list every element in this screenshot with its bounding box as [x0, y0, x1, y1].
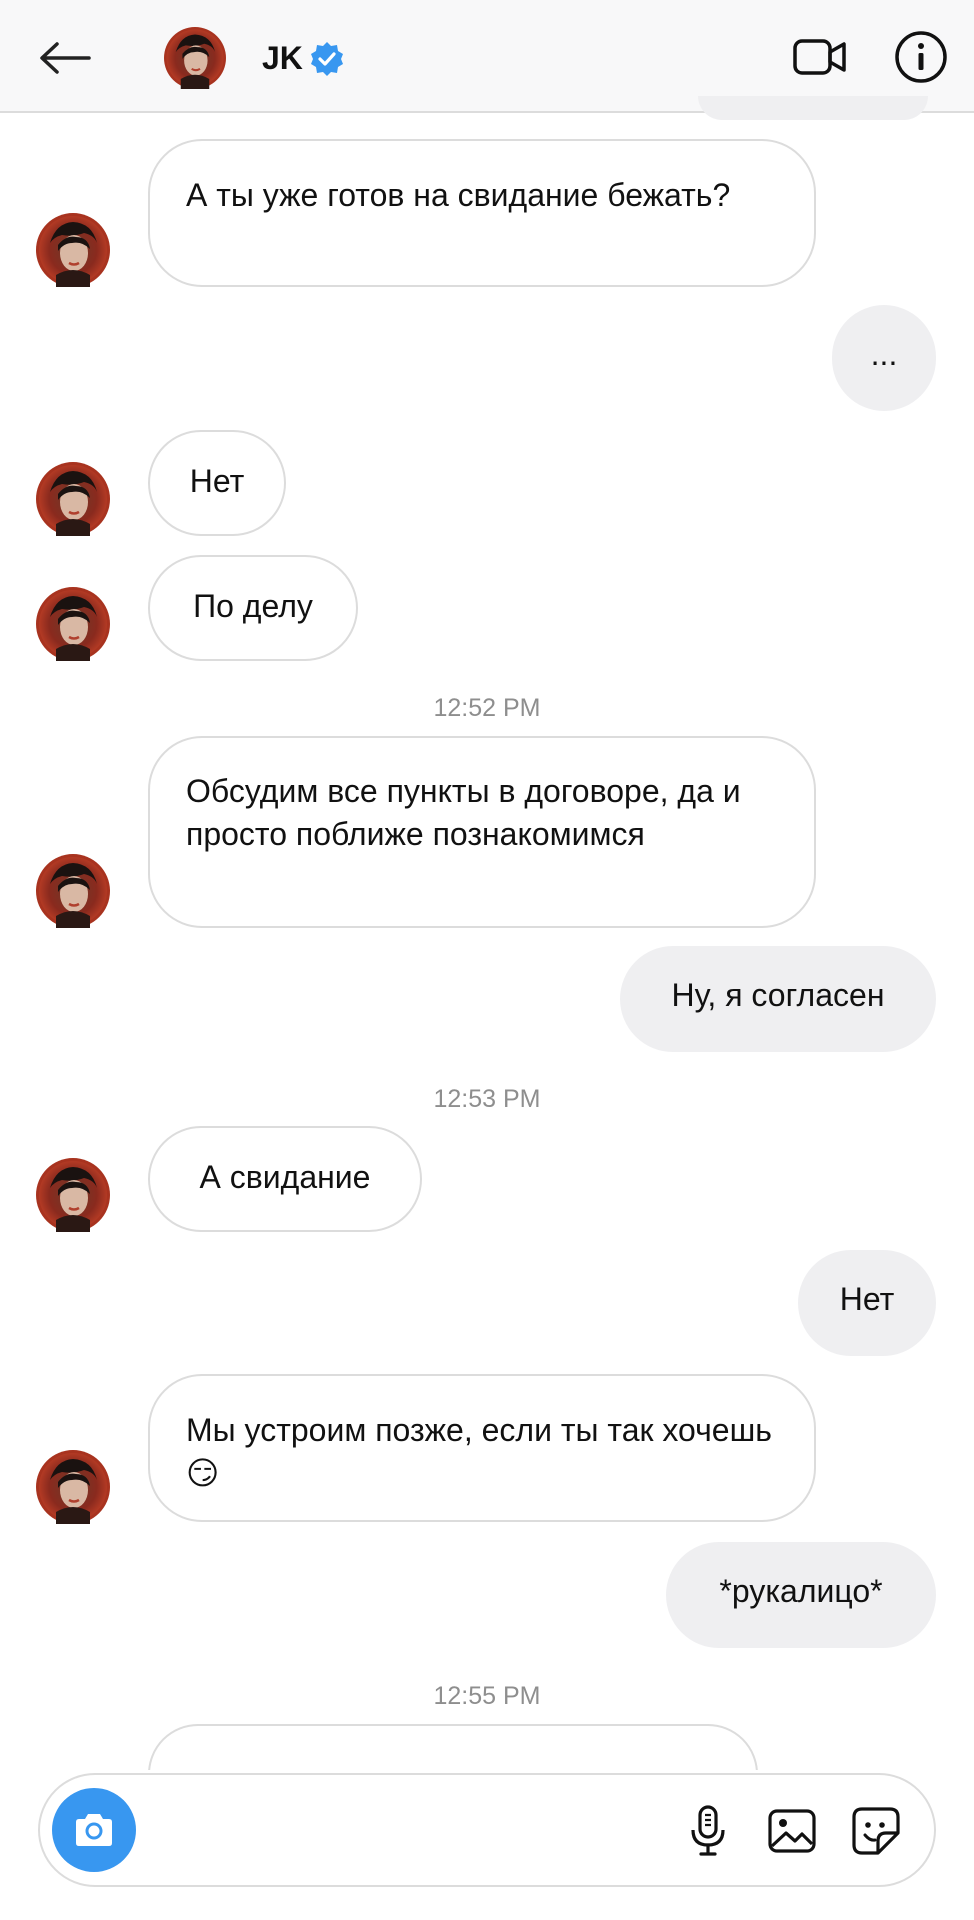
avatar — [36, 1158, 110, 1232]
avatar — [36, 587, 110, 661]
gallery-icon[interactable] — [764, 1803, 820, 1859]
timestamp: 12:53 PM — [433, 1085, 541, 1113]
message-bubble-incoming[interactable]: Мы устроим позже, если ты так хочешь😏 — [148, 1374, 816, 1522]
next-message-bubble — [148, 1724, 760, 1770]
microphone-icon[interactable] — [680, 1803, 736, 1859]
message-text: Ну, я согласен — [671, 977, 885, 1013]
avatar — [36, 462, 110, 536]
message-bubble-outgoing[interactable]: Нет — [798, 1250, 936, 1356]
camera-button[interactable] — [52, 1788, 136, 1872]
timestamp: 12:52 PM — [433, 694, 541, 722]
message-text: Нет — [189, 463, 245, 499]
avatar — [36, 854, 110, 928]
verified-badge-icon — [308, 40, 346, 78]
back-arrow-icon[interactable] — [32, 30, 96, 86]
message-bubble-incoming[interactable]: Нет — [148, 430, 286, 536]
message-text: Обсудим все пункты в договоре, да и прос… — [186, 773, 741, 852]
avatar — [36, 1450, 110, 1524]
message-composer — [38, 1773, 936, 1887]
message-input[interactable] — [158, 1795, 562, 1867]
message-bubble-incoming[interactable]: А ты уже готов на свидание бежать? — [148, 139, 816, 287]
avatar — [36, 213, 110, 287]
info-icon[interactable] — [894, 30, 948, 84]
previous-message-bubble — [698, 96, 928, 120]
message-text: По делу — [193, 588, 313, 624]
timestamp: 12:55 PM — [433, 1682, 541, 1710]
message-text: А свидание — [199, 1159, 371, 1195]
message-text: ... — [870, 336, 898, 372]
message-bubble-outgoing[interactable]: Ну, я согласен — [620, 946, 936, 1052]
message-bubble-outgoing[interactable]: ... — [832, 305, 936, 411]
sticker-icon[interactable] — [848, 1803, 904, 1859]
message-text: Мы устроим позже, если ты так хочешь😏 — [186, 1412, 772, 1491]
video-call-icon[interactable] — [792, 34, 848, 80]
message-bubble-incoming[interactable]: Обсудим все пункты в договоре, да и прос… — [148, 736, 816, 928]
message-text: *рукалицо* — [719, 1573, 883, 1609]
camera-icon — [76, 1814, 112, 1846]
contact-name[interactable]: JK — [262, 38, 303, 78]
message-bubble-incoming[interactable]: А свидание — [148, 1126, 422, 1232]
message-bubble-incoming[interactable]: По делу — [148, 555, 358, 661]
message-text: Нет — [839, 1281, 895, 1317]
message-bubble-outgoing[interactable]: *рукалицо* — [666, 1542, 936, 1648]
avatar[interactable] — [164, 27, 226, 89]
message-text: А ты уже готов на свидание бежать? — [186, 177, 731, 213]
